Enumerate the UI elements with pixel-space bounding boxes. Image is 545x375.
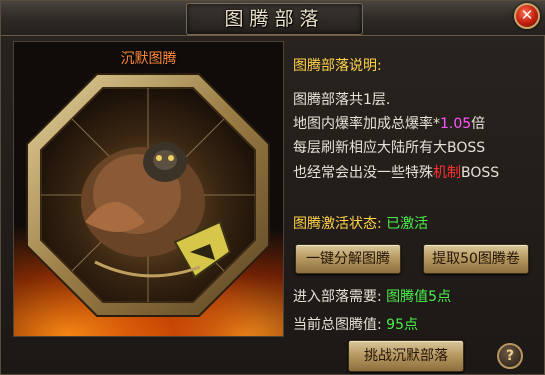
droprate-suffix: 倍 xyxy=(471,116,486,132)
special-boss-highlight: 机制 xyxy=(433,165,461,181)
window-title: 图腾部落 xyxy=(224,8,325,30)
challenge-tribe-button[interactable]: 挑战沉默部落 xyxy=(348,340,464,372)
droprate-prefix: 地图内爆率加成总爆率* xyxy=(293,116,440,132)
totem-tribe-window: 图腾部落 ✕ 沉默图腾 图腾部落说明: 图腾部落共1层. 地图内爆率加成总爆率*… xyxy=(0,0,545,375)
portrait-panel: 沉默图腾 xyxy=(13,41,284,337)
totem-portrait-frame xyxy=(25,72,271,318)
info-line-special-boss: 也经常会出没一些特殊机制BOSS xyxy=(293,162,499,182)
help-button[interactable]: ? xyxy=(497,343,523,369)
activation-status-label: 图腾激活状态: xyxy=(293,216,382,232)
close-button[interactable]: ✕ xyxy=(514,3,540,29)
close-icon: ✕ xyxy=(520,6,534,24)
current-totem-amount: 95点 xyxy=(386,317,418,333)
portrait-label: 沉默图腾 xyxy=(120,51,177,67)
entry-requirement-value: 图腾值5点 xyxy=(386,289,452,305)
info-header: 图腾部落说明: xyxy=(293,58,382,74)
info-line-floors: 图腾部落共1层. xyxy=(293,92,391,108)
extract-totem-scroll-button[interactable]: 提取50图腾卷 xyxy=(423,244,529,274)
decompose-totem-button[interactable]: 一键分解图腾 xyxy=(295,244,401,274)
entry-requirement: 进入部落需要: 图腾值5点 xyxy=(293,286,451,306)
activation-status: 图腾激活状态: 已激活 xyxy=(293,213,428,233)
info-line-boss-refresh: 每层刷新相应大陆所有大BOSS xyxy=(293,140,486,156)
special-boss-prefix: 也经常会出没一些特殊 xyxy=(293,165,433,181)
current-totem-label: 当前总图腾值: xyxy=(293,317,382,333)
question-icon: ? xyxy=(505,348,515,364)
current-totem-value: 当前总图腾值: 95点 xyxy=(293,314,418,334)
entry-requirement-label: 进入部落需要: xyxy=(293,289,382,305)
special-boss-suffix: BOSS xyxy=(461,165,500,181)
title-bar: 图腾部落 ✕ xyxy=(1,1,545,36)
activation-status-value: 已激活 xyxy=(386,216,429,232)
droprate-value: 1.05 xyxy=(440,116,472,132)
octagon-frame-icon xyxy=(26,73,270,317)
title-plate: 图腾部落 xyxy=(186,3,363,35)
info-line-droprate: 地图内爆率加成总爆率*1.05倍 xyxy=(293,113,485,133)
